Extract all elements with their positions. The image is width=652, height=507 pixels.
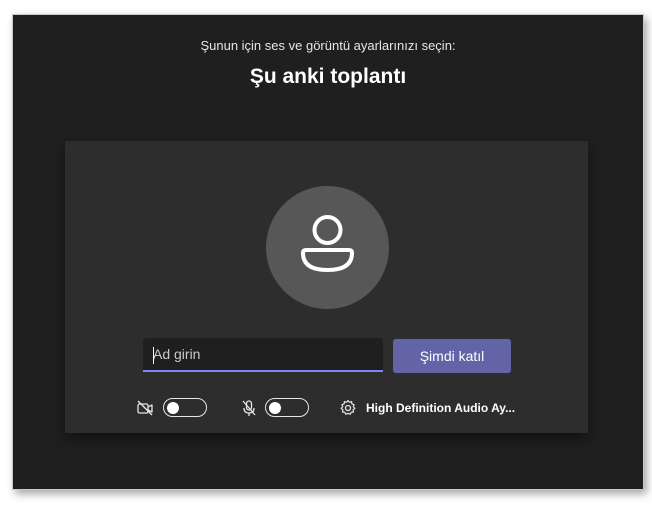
avatar <box>266 186 389 309</box>
meeting-prejoin-window: Şunun için ses ve görüntü ayarlarınızı s… <box>12 14 644 490</box>
camera-toggle[interactable] <box>163 398 207 417</box>
person-icon <box>301 215 354 272</box>
audio-device-label[interactable]: High Definition Audio Ay... <box>366 401 515 415</box>
camera-toggle-knob <box>167 401 179 414</box>
join-now-button[interactable]: Şimdi katıl <box>393 339 511 373</box>
preview-panel: Şimdi katıl <box>65 141 588 433</box>
text-cursor <box>153 347 154 364</box>
page-title: Şu anki toplantı <box>249 65 407 88</box>
name-input[interactable] <box>143 338 383 372</box>
device-controls: High Definition Audio Ay... <box>65 395 588 419</box>
mic-off-icon[interactable] <box>240 399 258 417</box>
gear-icon[interactable] <box>339 399 357 417</box>
camera-off-icon[interactable] <box>136 399 154 417</box>
mic-toggle[interactable] <box>265 398 309 417</box>
mic-toggle-knob <box>269 401 281 414</box>
page-subtitle: Şunun için ses ve görüntü ayarlarınızı s… <box>200 38 456 53</box>
